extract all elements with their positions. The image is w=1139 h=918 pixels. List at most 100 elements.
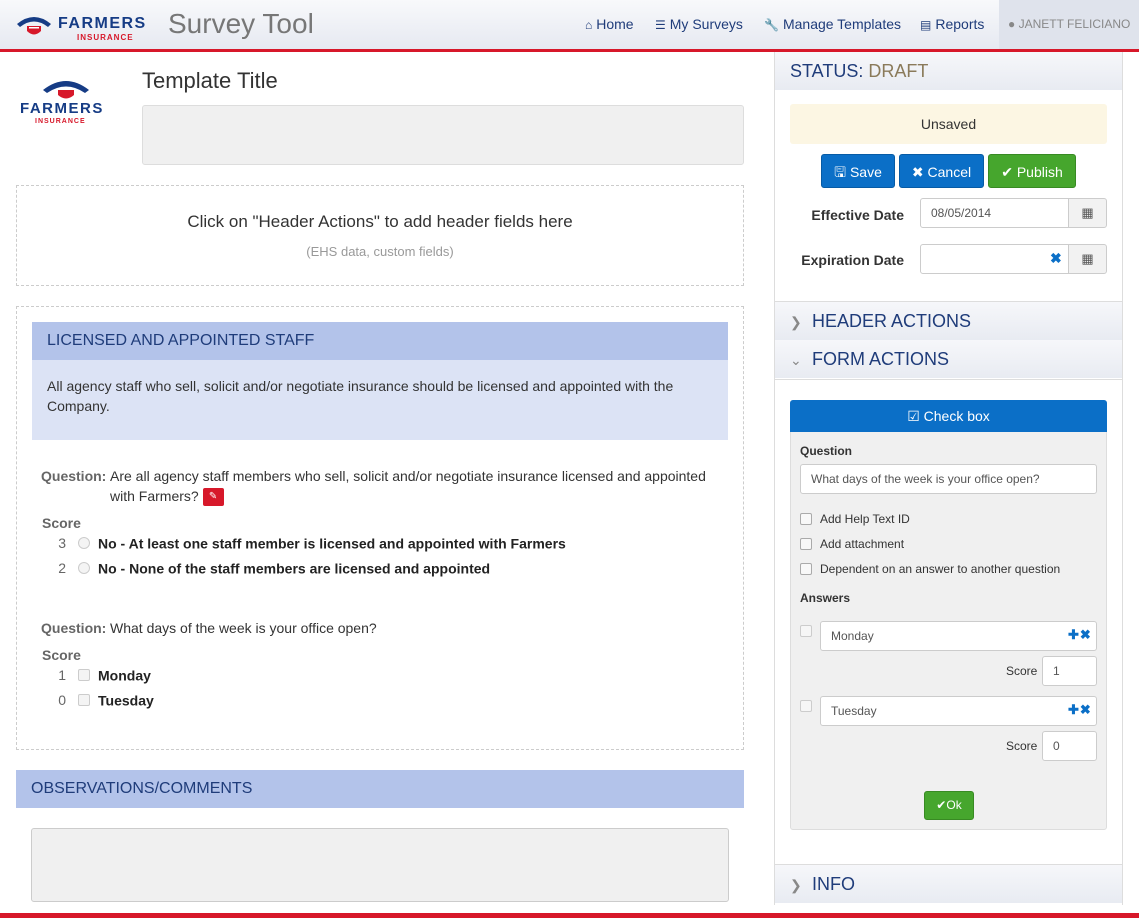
- radio-button[interactable]: [78, 537, 90, 550]
- dependent-checkbox[interactable]: Dependent on an answer to another questi…: [800, 561, 1060, 576]
- dependent-label: Dependent on an answer to another questi…: [820, 561, 1061, 576]
- save-button[interactable]: 🖫 Save: [821, 154, 895, 188]
- help-text-label: Add Help Text ID: [820, 511, 910, 526]
- check-circle-icon: ✔: [936, 798, 947, 812]
- expiration-date-input[interactable]: [920, 244, 1069, 274]
- answer-2-actions[interactable]: ✚✖: [1068, 702, 1092, 718]
- question-1-text[interactable]: Are all agency staff members who sell, s…: [110, 466, 725, 507]
- user-name: JANETT FELICIANO: [1018, 17, 1131, 31]
- header-actions-toggle[interactable]: ❯ HEADER ACTIONS: [775, 302, 1122, 340]
- header-dropzone-hint: (EHS data, custom fields): [306, 244, 454, 259]
- expiration-date-label: Expiration Date: [801, 252, 904, 268]
- option-label: No - At least one staff member is licens…: [98, 535, 566, 552]
- option-score: 1: [58, 667, 66, 684]
- chevron-down-icon: ⌄: [790, 352, 802, 368]
- remove-icon[interactable]: ✖: [1080, 627, 1092, 642]
- nav-reports[interactable]: ▤ Reports: [920, 16, 984, 32]
- check-circle-icon: ✔: [1001, 164, 1013, 180]
- template-title-input[interactable]: [142, 105, 744, 165]
- question-2-option-1[interactable]: 1 Monday: [52, 666, 151, 686]
- status-label: STATUS:: [790, 61, 864, 81]
- nav-home[interactable]: ⌂ Home: [585, 16, 634, 32]
- effective-date-input[interactable]: 08/05/2014: [920, 198, 1069, 228]
- publish-button-label: Publish: [1016, 164, 1063, 180]
- checkbox[interactable]: [800, 512, 812, 525]
- help-text-checkbox[interactable]: Add Help Text ID: [800, 511, 910, 526]
- nav-manage-templates-label: Manage Templates: [782, 16, 901, 32]
- save-button-label: Save: [849, 164, 882, 180]
- bar-chart-icon: ▤: [920, 18, 932, 32]
- question-type-label: Check box: [923, 408, 990, 424]
- cancel-button-label: Cancel: [927, 164, 972, 180]
- add-icon[interactable]: ✚: [1068, 627, 1080, 642]
- attachment-checkbox[interactable]: Add attachment: [800, 536, 904, 551]
- farmers-shield-icon: [17, 17, 51, 35]
- logo-sub-text: INSURANCE: [77, 33, 134, 42]
- form-actions-toggle[interactable]: ⌄ FORM ACTIONS: [775, 340, 1122, 378]
- calendar-icon[interactable]: ▦: [1068, 198, 1107, 228]
- ok-button-label: Ok: [946, 798, 962, 812]
- checkbox[interactable]: [800, 537, 812, 550]
- checkbox[interactable]: [78, 669, 90, 682]
- observations-title: OBSERVATIONS/COMMENTS: [16, 770, 744, 808]
- template-title-label: Template Title: [142, 68, 278, 93]
- nav-manage-templates[interactable]: 🔧 Manage Templates: [764, 16, 901, 32]
- top-navbar: FARMERS INSURANCE Survey Tool ⌂ Home ☰ My …: [0, 0, 1139, 52]
- add-icon[interactable]: ✚: [1068, 702, 1080, 717]
- publish-button[interactable]: ✔ Publish: [988, 154, 1076, 188]
- section-title[interactable]: LICENSED AND APPOINTED STAFF: [32, 322, 728, 360]
- tag-icon[interactable]: ✎: [202, 488, 224, 507]
- answer-1-score-input[interactable]: 1: [1042, 656, 1097, 686]
- question-type-button[interactable]: ☑ Check box: [790, 400, 1107, 432]
- nav-home-label: Home: [596, 16, 634, 32]
- answer-1-checkbox[interactable]: [800, 625, 812, 637]
- answer-2-input[interactable]: Tuesday: [820, 696, 1097, 726]
- observations-textarea[interactable]: [31, 828, 729, 902]
- calendar-icon[interactable]: ▦: [1068, 244, 1107, 274]
- farmers-shield-icon: [43, 81, 89, 99]
- option-label: Monday: [98, 667, 151, 684]
- answer-1-input[interactable]: Monday: [820, 621, 1097, 651]
- question-2-text[interactable]: What days of the week is your office ope…: [110, 618, 725, 638]
- remove-icon[interactable]: ✖: [1080, 702, 1092, 717]
- floppy-icon: 🖫: [834, 164, 847, 180]
- option-score: 2: [58, 560, 66, 577]
- close-icon: ✖: [911, 164, 924, 180]
- status-header: STATUS: DRAFT: [775, 52, 1122, 90]
- answers-label: Answers: [800, 591, 851, 605]
- question-1-option-2[interactable]: 2 No - None of the staff members are lice…: [52, 559, 490, 579]
- nav-reports-label: Reports: [935, 16, 985, 32]
- info-toggle[interactable]: ❯ INFO: [775, 865, 1122, 903]
- nav-my-surveys[interactable]: ☰ My Surveys: [655, 16, 743, 32]
- ok-button[interactable]: ✔Ok: [924, 791, 974, 820]
- header-fields-dropzone[interactable]: Click on "Header Actions" to add header …: [16, 185, 744, 286]
- farmers-logo[interactable]: FARMERS INSURANCE: [15, 12, 150, 42]
- wrench-icon: 🔧: [764, 18, 779, 32]
- footer-accent-bar: [0, 913, 1139, 918]
- checkbox[interactable]: [800, 562, 812, 575]
- answer-1-actions[interactable]: ✚✖: [1068, 627, 1092, 643]
- question-1-option-1[interactable]: 3 No - At least one staff member is licen…: [52, 534, 566, 554]
- cancel-button[interactable]: ✖ Cancel: [899, 154, 984, 188]
- section-description: All agency staff who sell, solicit and/o…: [32, 360, 728, 440]
- attachment-label: Add attachment: [820, 536, 905, 551]
- question-field-input[interactable]: What days of the week is your office ope…: [800, 464, 1097, 494]
- home-icon: ⌂: [585, 18, 593, 32]
- nav-my-surveys-label: My Surveys: [669, 16, 743, 32]
- status-value: DRAFT: [868, 61, 929, 81]
- info-label: INFO: [812, 874, 855, 894]
- user-menu[interactable]: ● JANETT FELICIANO: [999, 0, 1139, 49]
- answer-2-score-input[interactable]: 0: [1042, 731, 1097, 761]
- checkbox[interactable]: [78, 694, 90, 707]
- radio-button[interactable]: [78, 562, 90, 575]
- list-icon: ☰: [655, 18, 666, 32]
- header-dropzone-message: Click on "Header Actions" to add header …: [187, 212, 573, 231]
- answer-2-checkbox[interactable]: [800, 700, 812, 712]
- question-2-option-2[interactable]: 0 Tuesday: [52, 691, 154, 711]
- user-icon: ●: [1008, 17, 1016, 31]
- clear-date-icon[interactable]: ✖: [1050, 250, 1062, 267]
- template-logo: FARMERS INSURANCE: [18, 78, 113, 128]
- logo-brand-text: FARMERS: [58, 15, 147, 32]
- answer-2-score-label: Score: [1006, 739, 1038, 753]
- template-logo-brand: FARMERS: [20, 100, 104, 117]
